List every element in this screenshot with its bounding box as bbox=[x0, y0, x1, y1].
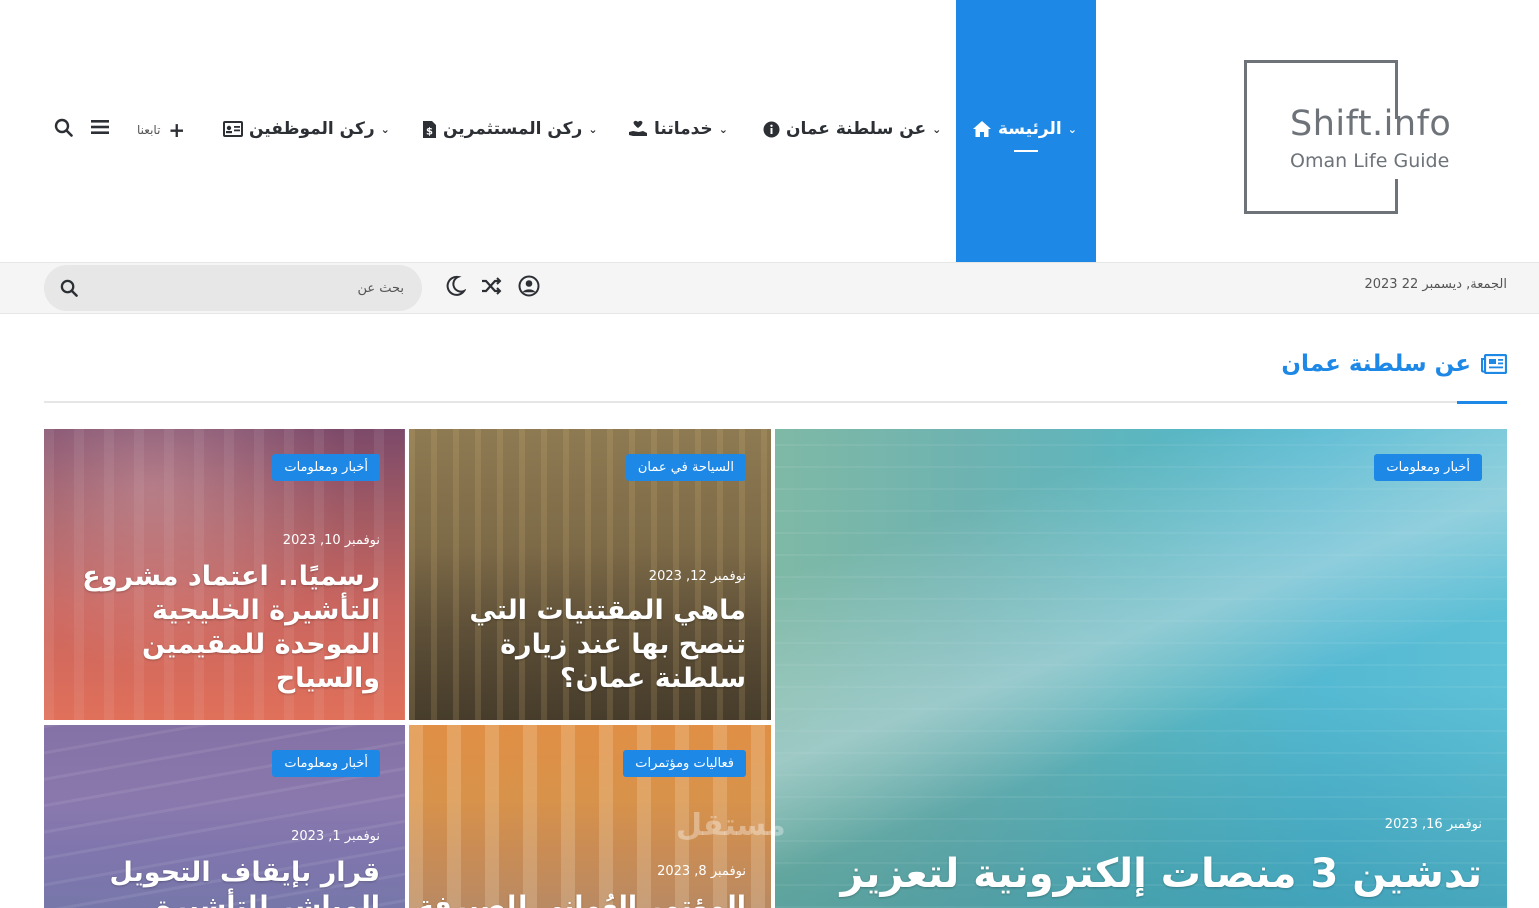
featured-post-card[interactable]: أخبار ومعلومات نوفمبر 16, 2023 تدشين 3 م… bbox=[775, 429, 1507, 908]
nav-investors-label: ركن المستثمرين bbox=[443, 119, 583, 139]
nav-active-underline bbox=[1014, 150, 1038, 152]
post-category-badge[interactable]: السياحة في عمان bbox=[625, 454, 746, 481]
follow-label: تابعنا bbox=[137, 123, 161, 137]
top-bar: الجمعة, ديسمبر 22 2023 bbox=[0, 262, 1539, 314]
post-category-badge[interactable]: أخبار ومعلومات bbox=[272, 750, 380, 777]
search-bar bbox=[44, 265, 422, 311]
search-input[interactable] bbox=[104, 265, 404, 311]
hamburger-menu-icon bbox=[91, 120, 109, 134]
post-date: نوفمبر 1, 2023 bbox=[291, 829, 380, 844]
post-image-detail bbox=[775, 429, 1507, 908]
nav-about-label: عن سلطنة عمان bbox=[786, 119, 927, 139]
current-date: الجمعة, ديسمبر 22 2023 bbox=[1364, 277, 1507, 292]
post-card[interactable]: السياحة في عمان نوفمبر 12, 2023 ماهي الم… bbox=[409, 429, 771, 720]
dark-mode-toggle[interactable] bbox=[444, 275, 467, 301]
header-search-button[interactable] bbox=[54, 118, 73, 141]
chevron-down-icon: ⌄ bbox=[1067, 122, 1077, 136]
plus-icon: + bbox=[168, 118, 186, 142]
post-title[interactable]: ماهي المقتنيات التي تنصح بها عند زيارة س… bbox=[426, 594, 746, 696]
post-date: نوفمبر 12, 2023 bbox=[648, 569, 746, 584]
hand-holding-heart-icon bbox=[629, 120, 647, 136]
watermark-text: مستقل bbox=[676, 808, 786, 843]
post-category-badge[interactable]: أخبار ومعلومات bbox=[1374, 454, 1482, 481]
post-date: نوفمبر 16, 2023 bbox=[1384, 817, 1482, 832]
user-circle-icon bbox=[518, 275, 540, 297]
nav-item-employees[interactable]: ⌄ ركن الموظفين bbox=[223, 115, 392, 143]
post-title[interactable]: تدشين 3 منصات إلكترونية لتعزيز bbox=[792, 849, 1482, 899]
search-submit-button[interactable] bbox=[60, 279, 78, 301]
nav-item-services[interactable]: ⌄ خدماتنا bbox=[628, 115, 730, 143]
home-icon bbox=[973, 121, 991, 137]
nav-home-label: الرئيسة bbox=[998, 119, 1062, 139]
post-title[interactable]: رسميًا.. اعتماد مشروع التأشيرة الخليجية … bbox=[60, 560, 380, 696]
logo-subtitle: Oman Life Guide bbox=[1290, 150, 1450, 172]
newspaper-icon bbox=[1481, 354, 1507, 374]
chevron-down-icon: ⌄ bbox=[718, 122, 728, 136]
post-card[interactable]: أخبار ومعلومات نوفمبر 1, 2023 قرار بإيقا… bbox=[44, 725, 405, 908]
search-icon bbox=[54, 118, 73, 137]
logo-title[interactable]: Shift.info bbox=[1290, 104, 1451, 144]
svg-text:$: $ bbox=[426, 126, 433, 137]
follow-us-button[interactable]: + تابعنا bbox=[137, 118, 185, 142]
post-category-badge[interactable]: أخبار ومعلومات bbox=[272, 454, 380, 481]
nav-item-about-oman[interactable]: ⌄ عن سلطنة عمان bbox=[763, 115, 943, 143]
nav-employees-label: ركن الموظفين bbox=[249, 119, 375, 139]
chevron-down-icon: ⌄ bbox=[588, 122, 598, 136]
search-icon bbox=[60, 279, 78, 297]
random-article-button[interactable] bbox=[480, 275, 502, 301]
section-title[interactable]: عن سلطنة عمان bbox=[1281, 351, 1507, 377]
moon-icon bbox=[446, 275, 467, 296]
post-title[interactable]: قرار بإيقاف التحويل المباشر للتأشيرة bbox=[60, 856, 380, 908]
nav-item-investors[interactable]: ⌄ ركن المستثمرين $ bbox=[422, 115, 600, 143]
login-button[interactable] bbox=[518, 275, 540, 301]
shuffle-icon bbox=[482, 277, 502, 295]
section-divider-accent bbox=[1457, 401, 1507, 404]
post-category-badge[interactable]: فعاليات ومؤتمرات bbox=[623, 750, 746, 777]
chevron-down-icon: ⌄ bbox=[380, 122, 390, 136]
site-header: Shift.info Oman Life Guide ⌄ الرئيسة ⌄ ع… bbox=[0, 0, 1539, 268]
invoice-dollar-icon: $ bbox=[423, 120, 436, 138]
id-card-icon bbox=[223, 121, 243, 137]
section-title-label: عن سلطنة عمان bbox=[1281, 351, 1471, 377]
post-date: نوفمبر 8, 2023 bbox=[657, 864, 746, 879]
post-title[interactable]: المؤتمر العُماني للصيرفة bbox=[418, 890, 746, 908]
post-date: نوفمبر 10, 2023 bbox=[282, 533, 380, 548]
menu-button[interactable] bbox=[91, 118, 109, 140]
info-icon bbox=[763, 121, 780, 137]
nav-item-home[interactable]: ⌄ الرئيسة bbox=[972, 115, 1079, 143]
post-card[interactable]: أخبار ومعلومات نوفمبر 10, 2023 رسميًا.. … bbox=[44, 429, 405, 720]
section-divider bbox=[44, 401, 1507, 403]
nav-services-label: خدماتنا bbox=[654, 119, 713, 139]
chevron-down-icon: ⌄ bbox=[932, 122, 942, 136]
